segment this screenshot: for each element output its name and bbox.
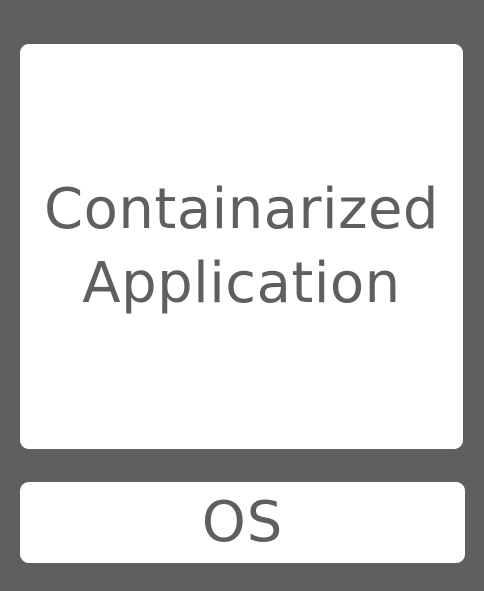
os-label: OS (201, 489, 284, 555)
os-box: OS (20, 482, 465, 563)
application-box: Containarized Application (20, 44, 463, 449)
application-label-line2: Application (82, 250, 401, 316)
application-label: Containarized Application (44, 173, 439, 321)
application-label-line1: Containarized (44, 176, 439, 242)
diagram-frame: Containarized Application OS (0, 0, 484, 591)
